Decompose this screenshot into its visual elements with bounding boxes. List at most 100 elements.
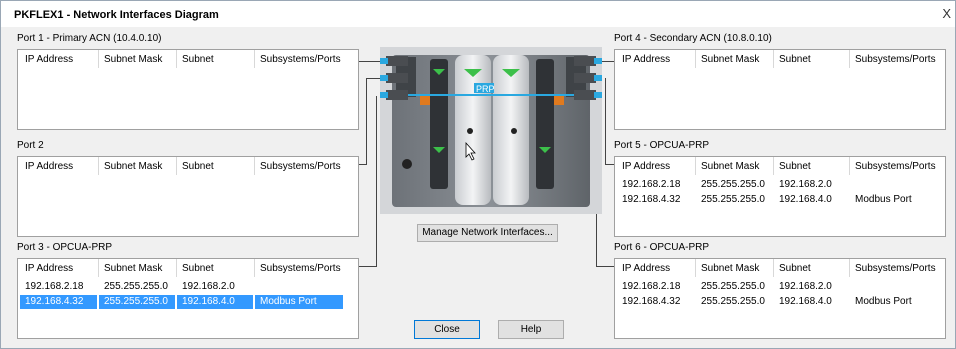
cell-ip-address: 192.168.4.32 bbox=[622, 296, 681, 307]
cell-subnet: 192.168.4.0 bbox=[779, 296, 832, 307]
manage-network-interfaces-button[interactable]: Manage Network Interfaces... bbox=[417, 224, 558, 242]
column-divider bbox=[254, 259, 255, 277]
col-subsystems-ports[interactable]: Subsystems/Ports bbox=[260, 160, 341, 174]
col-subnet-mask[interactable]: Subnet Mask bbox=[701, 262, 759, 276]
column-divider bbox=[254, 50, 255, 68]
cell-subnet: 192.168.2.0 bbox=[182, 281, 235, 292]
port-5-table: IP Address Subnet Mask Subnet Subsystems… bbox=[614, 156, 946, 237]
col-subnet[interactable]: Subnet bbox=[182, 262, 214, 276]
close-button[interactable]: Close bbox=[414, 320, 480, 339]
cell-ip-address: 192.168.2.18 bbox=[622, 179, 681, 190]
table-header: IP Address Subnet Mask Subnet Subsystems… bbox=[615, 160, 945, 174]
port-4-label: Port 4 - Secondary ACN (10.8.0.10) bbox=[614, 33, 772, 44]
wire-port5-v bbox=[605, 78, 606, 165]
help-button[interactable]: Help bbox=[498, 320, 564, 339]
table-row[interactable]: 192.168.2.18 255.255.255.0 192.168.2.0 bbox=[18, 280, 358, 294]
port-4-table: IP Address Subnet Mask Subnet Subsystems… bbox=[614, 49, 946, 130]
cell-subnet-mask: 255.255.255.0 bbox=[701, 194, 765, 205]
cell-subnet-mask: 255.255.255.0 bbox=[701, 296, 765, 307]
column-divider bbox=[254, 157, 255, 175]
table-header: IP Address Subnet Mask Subnet Subsystems… bbox=[615, 53, 945, 67]
table-row[interactable]: 192.168.2.18 255.255.255.0 192.168.2.0 bbox=[615, 178, 945, 192]
cell-ip-address: 192.168.2.18 bbox=[622, 281, 681, 292]
cell-subsystems-ports: Modbus Port bbox=[855, 194, 912, 205]
port-5-label: Port 5 - OPCUA-PRP bbox=[614, 140, 710, 151]
col-subnet-mask[interactable]: Subnet Mask bbox=[104, 160, 162, 174]
col-subsystems-ports[interactable]: Subsystems/Ports bbox=[855, 262, 936, 276]
column-divider bbox=[176, 259, 177, 277]
column-divider bbox=[695, 259, 696, 277]
col-ip-address[interactable]: IP Address bbox=[622, 262, 670, 276]
column-divider bbox=[849, 259, 850, 277]
cell-subnet-mask: 255.255.255.0 bbox=[104, 296, 168, 307]
table-header: IP Address Subnet Mask Subnet Subsystems… bbox=[18, 262, 358, 276]
port-3-table: IP Address Subnet Mask Subnet Subsystems… bbox=[17, 258, 359, 339]
cell-subnet: 192.168.2.0 bbox=[779, 179, 832, 190]
column-divider bbox=[176, 50, 177, 68]
port-1-table: IP Address Subnet Mask Subnet Subsystems… bbox=[17, 49, 359, 130]
cell-subnet: 192.168.4.0 bbox=[779, 194, 832, 205]
col-subnet[interactable]: Subnet bbox=[182, 160, 214, 174]
port-2-label: Port 2 bbox=[17, 140, 44, 151]
column-divider bbox=[773, 157, 774, 175]
col-subnet-mask[interactable]: Subnet Mask bbox=[104, 53, 162, 67]
cell-ip-address: 192.168.2.18 bbox=[25, 281, 84, 292]
title-bar: PKFLEX1 - Network Interfaces Diagram X bbox=[1, 1, 955, 27]
port-1-label: Port 1 - Primary ACN (10.4.0.10) bbox=[17, 33, 162, 44]
col-ip-address[interactable]: IP Address bbox=[25, 262, 73, 276]
column-divider bbox=[98, 50, 99, 68]
port-6-table: IP Address Subnet Mask Subnet Subsystems… bbox=[614, 258, 946, 339]
col-ip-address[interactable]: IP Address bbox=[622, 53, 670, 67]
cell-subnet: 192.168.2.0 bbox=[779, 281, 832, 292]
table-row[interactable]: 192.168.2.18 255.255.255.0 192.168.2.0 bbox=[615, 280, 945, 294]
col-subnet-mask[interactable]: Subnet Mask bbox=[104, 262, 162, 276]
table-row[interactable]: 192.168.4.32 255.255.255.0 192.168.4.0 M… bbox=[615, 193, 945, 207]
column-divider bbox=[98, 157, 99, 175]
cell-ip-address: 192.168.4.32 bbox=[622, 194, 681, 205]
port-3-label: Port 3 - OPCUA-PRP bbox=[17, 242, 113, 253]
column-divider bbox=[773, 50, 774, 68]
cell-subnet: 192.168.4.0 bbox=[182, 296, 235, 307]
wire-port2-v bbox=[366, 78, 367, 164]
controller-hardware-image: PRP bbox=[380, 47, 602, 214]
cell-subnet-mask: 255.255.255.0 bbox=[701, 179, 765, 190]
prp-label: PRP bbox=[476, 84, 495, 94]
column-divider bbox=[695, 50, 696, 68]
table-header: IP Address Subnet Mask Subnet Subsystems… bbox=[18, 53, 358, 67]
table-row[interactable]: 192.168.4.32 255.255.255.0 192.168.4.0 M… bbox=[615, 295, 945, 309]
cell-subsystems-ports: Modbus Port bbox=[855, 296, 912, 307]
column-divider bbox=[849, 50, 850, 68]
col-subnet[interactable]: Subnet bbox=[182, 53, 214, 67]
column-divider bbox=[695, 157, 696, 175]
col-subsystems-ports[interactable]: Subsystems/Ports bbox=[855, 53, 936, 67]
table-header: IP Address Subnet Mask Subnet Subsystems… bbox=[18, 160, 358, 174]
port-6-label: Port 6 - OPCUA-PRP bbox=[614, 242, 710, 253]
close-window-button[interactable]: X bbox=[942, 6, 951, 21]
table-row-selected[interactable]: 192.168.4.32 255.255.255.0 192.168.4.0 M… bbox=[18, 295, 358, 309]
column-divider bbox=[773, 259, 774, 277]
port-2-table: IP Address Subnet Mask Subnet Subsystems… bbox=[17, 156, 359, 237]
col-subnet[interactable]: Subnet bbox=[779, 53, 811, 67]
col-ip-address[interactable]: IP Address bbox=[25, 53, 73, 67]
table-header: IP Address Subnet Mask Subnet Subsystems… bbox=[615, 262, 945, 276]
col-subsystems-ports[interactable]: Subsystems/Ports bbox=[260, 53, 341, 67]
window-title: PKFLEX1 - Network Interfaces Diagram bbox=[14, 9, 219, 21]
col-subsystems-ports[interactable]: Subsystems/Ports bbox=[260, 262, 341, 276]
col-subnet-mask[interactable]: Subnet Mask bbox=[701, 160, 759, 174]
col-subsystems-ports[interactable]: Subsystems/Ports bbox=[855, 160, 936, 174]
cell-subnet-mask: 255.255.255.0 bbox=[701, 281, 765, 292]
col-subnet[interactable]: Subnet bbox=[779, 262, 811, 276]
wire-port2-h bbox=[358, 164, 367, 165]
column-divider bbox=[176, 157, 177, 175]
cell-subnet-mask: 255.255.255.0 bbox=[104, 281, 168, 292]
wire-port6-h bbox=[596, 266, 614, 267]
col-ip-address[interactable]: IP Address bbox=[25, 160, 73, 174]
wire-port3-v bbox=[376, 96, 377, 267]
wire-port5-h bbox=[605, 164, 614, 165]
column-divider bbox=[98, 259, 99, 277]
column-divider bbox=[849, 157, 850, 175]
col-subnet[interactable]: Subnet bbox=[779, 160, 811, 174]
cell-ip-address: 192.168.4.32 bbox=[25, 296, 84, 307]
col-ip-address[interactable]: IP Address bbox=[622, 160, 670, 174]
col-subnet-mask[interactable]: Subnet Mask bbox=[701, 53, 759, 67]
